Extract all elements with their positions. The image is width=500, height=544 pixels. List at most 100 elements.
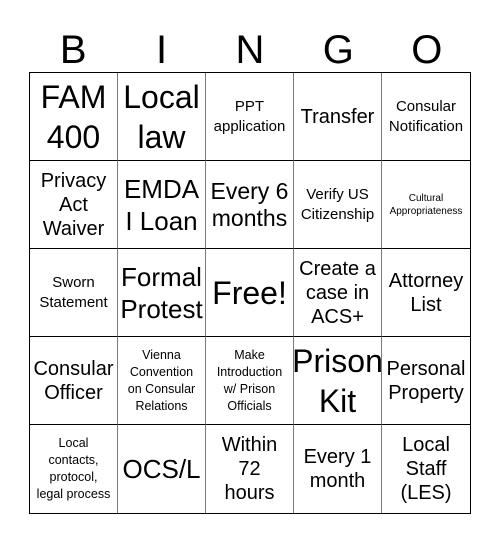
cell-text: Make Introduction w/ Prison Officials (217, 347, 282, 415)
cell-text: Sworn Statement (39, 273, 107, 313)
cell-text-line: Formal (121, 261, 202, 292)
cell-text-line: Staff (405, 458, 447, 480)
cell-text-line: Convention (129, 364, 194, 379)
header-letter-o: O (411, 28, 443, 72)
cell-text-line: case in (305, 281, 370, 304)
bingo-cell[interactable]: Consular Officer (30, 337, 118, 425)
bingo-cell[interactable]: PPT application (206, 73, 294, 161)
cell-text-line: Introduction (216, 364, 283, 379)
cell-text-line: hours (224, 482, 275, 504)
cell-text-line: Consular (395, 97, 456, 115)
cell-text-line: Act (59, 193, 88, 216)
cell-text: Attorney List (389, 269, 463, 317)
bingo-cell[interactable]: Cultural Appropriateness (382, 161, 470, 249)
cell-text: Cultural Appropriateness (390, 192, 463, 218)
header-letter-g: G (322, 28, 354, 72)
cell-text-line: List (410, 293, 442, 316)
cell-text-line: law (137, 118, 186, 155)
cell-text: OCS/L (122, 453, 200, 485)
cell-text: Local Staff (LES) (400, 433, 451, 505)
bingo-cell[interactable]: Local Staff (LES) (382, 425, 470, 513)
bingo-cell[interactable]: Formal Protest (118, 249, 206, 337)
cell-text-line: Every 6 (210, 177, 289, 204)
cell-text-line: (LES) (400, 482, 452, 504)
bingo-cell[interactable]: Personal Property (382, 337, 470, 425)
cell-text-line: Notification (388, 117, 464, 135)
cell-text-line: PPT (234, 97, 265, 115)
bingo-cell[interactable]: EMDA I Loan (118, 161, 206, 249)
cell-text-line: Transfer (300, 105, 375, 128)
cell-text-line: Officer (44, 381, 103, 404)
cell-text-line: EMDA (123, 173, 200, 204)
cell-text-line: ACS+ (311, 305, 364, 328)
cell-text-line: Privacy (40, 169, 107, 192)
cell-text: Within 72 hours (222, 433, 278, 505)
bingo-cell[interactable]: Attorney List (382, 249, 470, 337)
bingo-cell[interactable]: Every 1 month (294, 425, 382, 513)
cell-text-line: Local (123, 78, 200, 115)
cell-text-line: Free! (212, 274, 287, 311)
cell-text: Every 6 months (211, 178, 289, 232)
cell-text-line: Personal (386, 357, 466, 380)
cell-text-line: Relations (135, 398, 188, 413)
bingo-cell[interactable]: Sworn Statement (30, 249, 118, 337)
cell-text: Prison Kit (294, 341, 381, 421)
bingo-cell[interactable]: Local law (118, 73, 206, 161)
cell-text-line: FAM (40, 78, 107, 115)
cell-text-line: months (211, 204, 288, 231)
free-space-cell[interactable]: Free! (206, 249, 294, 337)
cell-text-line: Kit (318, 382, 357, 419)
bingo-cell[interactable]: Privacy Act Waiver (30, 161, 118, 249)
bingo-header: B I N G O (29, 28, 471, 72)
cell-text-line: on Consular (127, 381, 196, 396)
bingo-cell[interactable]: Consular Notification (382, 73, 470, 161)
bingo-cell[interactable]: FAM 400 (30, 73, 118, 161)
bingo-cell[interactable]: Within 72 hours (206, 425, 294, 513)
bingo-cell[interactable]: Create a case in ACS+ (294, 249, 382, 337)
cell-text-line: Verify US (306, 185, 369, 203)
bingo-cell[interactable]: Transfer (294, 73, 382, 161)
cell-text-line: Statement (39, 293, 108, 311)
cell-text: EMDA I Loan (124, 173, 199, 237)
cell-text-line: w/ Prison (223, 381, 276, 396)
cell-text: Privacy Act Waiver (41, 169, 107, 241)
cell-text-line: Local (58, 436, 89, 450)
cell-text-line: Appropriateness (389, 205, 463, 217)
cell-text-line: Cultural (408, 192, 444, 204)
cell-text-line: legal process (36, 487, 111, 501)
cell-text-line: Property (388, 381, 464, 404)
cell-text: Consular Officer (33, 357, 113, 405)
cell-text-line: Make (234, 347, 265, 362)
cell-text-line: month (309, 470, 366, 492)
cell-text: Verify US Citizenship (301, 185, 374, 225)
cell-text: FAM 400 (41, 77, 107, 157)
bingo-cell[interactable]: OCS/L (118, 425, 206, 513)
cell-text-line: protocol, (49, 470, 98, 484)
cell-text-line: OCS/L (122, 454, 201, 484)
cell-text-line: I Loan (125, 205, 198, 236)
bingo-cell[interactable]: Make Introduction w/ Prison Officials (206, 337, 294, 425)
cell-text-line: Attorney (388, 269, 464, 292)
cell-text: Personal Property (387, 357, 466, 405)
bingo-cell[interactable]: Vienna Convention on Consular Relations (118, 337, 206, 425)
cell-text-line: Vienna (142, 347, 181, 362)
cell-text-line: Waiver (42, 217, 105, 240)
cell-text-line: contacts, (48, 453, 99, 467)
cell-text-line: Every 1 (303, 446, 372, 468)
cell-text-line: Sworn (52, 273, 95, 291)
cell-text-line: 72 (238, 458, 261, 480)
cell-text-line: Citizenship (300, 205, 375, 223)
bingo-cell[interactable]: Every 6 months (206, 161, 294, 249)
cell-text-line: Local (402, 434, 450, 456)
cell-text-line: Protest (120, 293, 203, 324)
cell-text: Local contacts, protocol, legal process (37, 435, 111, 503)
cell-text: Formal Protest (120, 261, 202, 325)
cell-text: Every 1 month (304, 445, 372, 493)
cell-text: Consular Notification (389, 97, 463, 137)
cell-text-line: Officials (227, 398, 272, 413)
bingo-cell[interactable]: Verify US Citizenship (294, 161, 382, 249)
cell-text: Local law (123, 77, 200, 157)
bingo-cell[interactable]: Local contacts, protocol, legal process (30, 425, 118, 513)
cell-text-line: Within (221, 434, 278, 456)
bingo-cell[interactable]: Prison Kit (294, 337, 382, 425)
